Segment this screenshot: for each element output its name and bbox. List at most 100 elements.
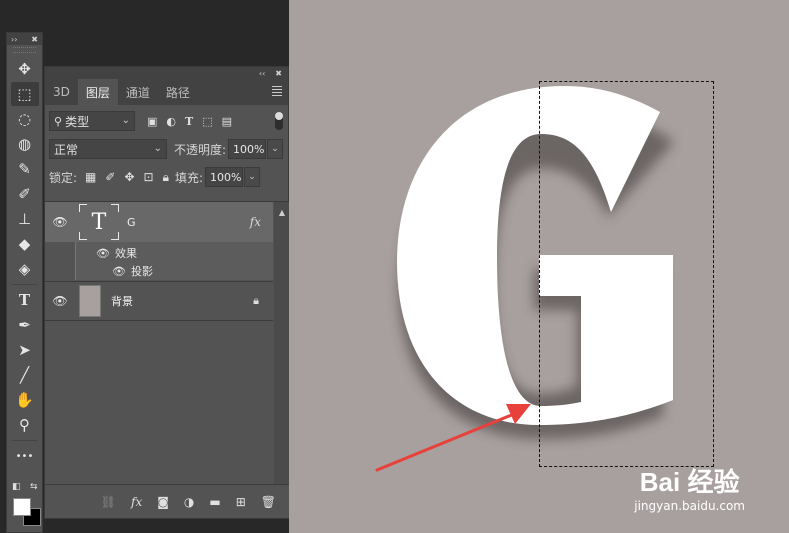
type-filter-icon[interactable]: T — [185, 115, 193, 128]
layers-list: 👁︎ T G fx 👁︎ 效果 👁︎ 投影 👁︎ 背景 🔒︎ ▲ — [45, 201, 290, 486]
tools-panel-header: ›› ✖ — [7, 33, 42, 45]
folder-icon[interactable]: ▬ — [209, 495, 220, 509]
search-icon: ⚲ — [54, 114, 63, 128]
lock-paint-icon[interactable]: ✐ — [105, 170, 115, 184]
layers-footer: ⛓︎ fx ◙ ◑ ▬ ⊞ 🗑︎ — [45, 484, 290, 518]
layers-panel: ‹‹ ✖ 3D 图层 通道 路径 ⚲ 类型 ⌄ ▣ ◐ T ⬚ ▤ 正常 ⌄ 不… — [44, 66, 290, 519]
tool-separator — [12, 284, 37, 285]
close-icon[interactable]: ✖ — [31, 35, 38, 44]
chevron-down-icon: ⌄ — [153, 143, 162, 154]
drop-shadow-label: 投影 — [130, 265, 153, 278]
watermark-url: jingyan.baidu.com — [634, 499, 745, 513]
opacity-label: 不透明度: — [174, 142, 227, 157]
lock-transparency-icon[interactable]: ▦ — [85, 170, 96, 184]
filter-kind-select[interactable]: ⚲ 类型 ⌄ — [49, 111, 135, 131]
layers-scrollbar[interactable]: ▲ — [274, 202, 290, 486]
collapse-icon[interactable]: ‹‹ — [259, 69, 265, 78]
text-layer-thumbnail: T — [79, 204, 119, 240]
blend-mode-select[interactable]: 正常 ⌄ — [49, 139, 167, 159]
tab-channels[interactable]: 通道 — [118, 79, 158, 105]
layer-name[interactable]: 背景 — [111, 293, 133, 309]
document-canvas[interactable]: Bai 经验 jingyan.baidu.com — [289, 0, 789, 533]
eye-icon[interactable]: 👁︎ — [96, 247, 110, 260]
photoshop-window: ›› ✖ ✥ ⬚ ◌ ◍ ✎ ✐ ⊥ ◆ ◈ T ✒ ➤ ╱ ✋ ⚲ ••• ◧ ⇆ ‹‹ ✖ 3D 图层 通… — [0, 0, 789, 533]
more-tools-icon[interactable]: ••• — [11, 444, 39, 468]
effects-label: 效果 — [114, 247, 137, 260]
opacity-dropdown[interactable]: ⌄ — [267, 139, 284, 159]
lock-label: 锁定: — [49, 170, 78, 185]
path-select-tool-icon[interactable]: ➤ — [11, 338, 39, 362]
type-icon: T — [91, 209, 107, 235]
smart-object-filter-icon[interactable]: ▤ — [222, 115, 232, 128]
eyedropper-tool-icon[interactable]: ✎ — [11, 157, 39, 181]
lock-position-icon[interactable]: ✥ — [124, 170, 134, 184]
shape-filter-icon[interactable]: ⬚ — [202, 115, 212, 128]
eye-icon[interactable]: 👁︎ — [112, 265, 126, 278]
fx-icon[interactable]: fx — [250, 215, 261, 229]
layer-name[interactable]: G — [127, 216, 136, 229]
move-tool-icon[interactable]: ✥ — [11, 57, 39, 81]
tool-list: ✥ ⬚ ◌ ◍ ✎ ✐ ⊥ ◆ ◈ T ✒ ➤ ╱ ✋ ⚲ ••• — [7, 57, 42, 468]
marquee-tool-icon[interactable]: ⬚ — [10, 82, 39, 106]
adjustment-filter-icon[interactable]: ◐ — [166, 115, 176, 128]
effects-row[interactable]: 👁︎ 效果 — [96, 245, 137, 261]
filter-icons: ▣ ◐ T ⬚ ▤ — [147, 115, 232, 128]
stamp-tool-icon[interactable]: ⊥ — [11, 207, 39, 231]
tab-3d[interactable]: 3D — [45, 79, 78, 105]
brush-tool-icon[interactable]: ✐ — [11, 182, 39, 206]
layer-row-text[interactable]: 👁︎ T G fx — [45, 202, 273, 242]
fill-label: 填充: — [174, 170, 204, 185]
layers-panel-header: ‹‹ ✖ — [45, 67, 288, 79]
filter-kind-value: 类型 — [65, 114, 90, 129]
blend-mode-value: 正常 — [54, 142, 79, 157]
close-icon[interactable]: ✖ — [275, 69, 282, 78]
collapse-icon[interactable]: ›› — [11, 35, 17, 44]
opacity-input[interactable]: 100% — [228, 139, 267, 159]
pen-tool-icon[interactable]: ✒ — [11, 313, 39, 337]
layer-effects: 👁︎ 效果 👁︎ 投影 — [75, 242, 273, 280]
panel-menu-icon[interactable] — [272, 86, 282, 98]
drag-handle[interactable] — [13, 47, 36, 53]
filter-toggle[interactable] — [275, 112, 283, 130]
lock-all-icon[interactable]: 🔒︎ — [163, 170, 169, 185]
line-tool-icon[interactable]: ╱ — [11, 363, 39, 387]
lasso-tool-icon[interactable]: ◌ — [11, 107, 39, 131]
default-colors-icon[interactable]: ◧ — [12, 482, 21, 492]
tab-paths[interactable]: 路径 — [158, 79, 198, 105]
foreground-color-swatch[interactable] — [13, 498, 31, 516]
hand-tool-icon[interactable]: ✋ — [11, 388, 39, 412]
fill-dropdown[interactable]: ⌄ — [244, 167, 261, 187]
pixel-filter-icon[interactable]: ▣ — [147, 115, 157, 128]
eraser-tool-icon[interactable]: ◆ — [11, 232, 39, 256]
eye-icon[interactable]: 👁︎ — [49, 294, 71, 308]
quick-select-tool-icon[interactable]: ◍ — [11, 132, 39, 156]
selection-marquee[interactable] — [539, 81, 714, 467]
adjustment-layer-icon[interactable]: ◑ — [184, 495, 194, 509]
layer-row-background[interactable]: 👁︎ 背景 🔒︎ — [45, 281, 273, 321]
eye-icon[interactable]: 👁︎ — [49, 215, 71, 229]
color-swatches: ◧ ⇆ — [10, 482, 42, 530]
lock-artboard-icon[interactable]: ⊡ — [144, 170, 154, 184]
baidu-watermark: Bai 经验 jingyan.baidu.com — [634, 462, 745, 513]
panel-tabs: 3D 图层 通道 路径 — [45, 79, 288, 105]
fill-input[interactable]: 100% — [205, 167, 244, 187]
lock-icon[interactable]: 🔒︎ — [253, 294, 259, 308]
tools-panel: ›› ✖ ✥ ⬚ ◌ ◍ ✎ ✐ ⊥ ◆ ◈ T ✒ ➤ ╱ ✋ ⚲ ••• ◧ ⇆ — [6, 32, 43, 533]
chevron-up-icon[interactable]: ▲ — [274, 208, 290, 217]
zoom-tool-icon[interactable]: ⚲ — [11, 413, 39, 437]
swap-colors-icon[interactable]: ⇆ — [30, 482, 38, 492]
background-layer-thumbnail — [79, 285, 101, 317]
new-layer-icon[interactable]: ⊞ — [236, 495, 246, 509]
tab-layers[interactable]: 图层 — [77, 79, 118, 105]
trash-icon[interactable]: 🗑︎ — [261, 495, 276, 509]
watermark-brand: Bai 经验 — [639, 467, 740, 497]
drop-shadow-row[interactable]: 👁︎ 投影 — [112, 263, 153, 279]
fx-icon[interactable]: fx — [131, 495, 142, 509]
filter-row: ⚲ 类型 ⌄ ▣ ◐ T ⬚ ▤ — [45, 107, 288, 135]
type-tool-icon[interactable]: T — [11, 288, 39, 312]
link-layers-icon[interactable]: ⛓︎ — [101, 495, 116, 509]
tool-separator — [12, 440, 37, 441]
paint-bucket-tool-icon[interactable]: ◈ — [11, 257, 39, 281]
blend-row: 正常 ⌄ 不透明度: 100% ⌄ — [45, 135, 288, 163]
layer-mask-icon[interactable]: ◙ — [157, 495, 169, 509]
